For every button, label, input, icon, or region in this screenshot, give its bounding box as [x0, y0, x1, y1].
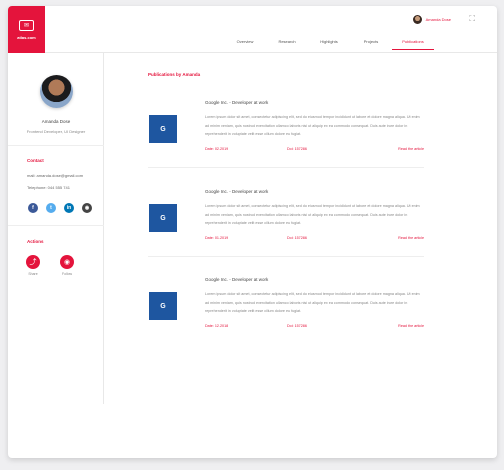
actions-heading: Actions — [27, 239, 44, 244]
section-title: Publications by Amanda — [148, 72, 201, 77]
tab-publications[interactable]: Publications — [392, 39, 434, 50]
contact-phone: Telephone: 044 555 741 — [27, 185, 70, 190]
publication-title[interactable]: Google Inc. - Developer at work — [205, 277, 268, 282]
profile-photo — [40, 75, 73, 108]
publication-date: Date: 01.2019 — [205, 236, 229, 240]
action-buttons: ⤴ Share ◉ Follow — [26, 255, 74, 276]
publication-item: G Google Inc. - Developer at work Lorem … — [148, 277, 424, 341]
publication-date: Date: 12.2018 — [205, 324, 229, 328]
contact-heading: Contact — [27, 158, 44, 163]
tab-projects[interactable]: Projects — [350, 39, 392, 50]
profile-tabs: Overview Research Highlights Projects Pu… — [224, 39, 434, 50]
publication-date: Date: 02.2019 — [205, 147, 229, 151]
profile-sidebar: Amanda Dose Frontend Developer, UI Desig… — [8, 53, 104, 404]
publication-title[interactable]: Google Inc. - Developer at work — [205, 100, 268, 105]
tab-overview[interactable]: Overview — [224, 39, 266, 50]
divider — [148, 256, 424, 257]
linkedin-icon[interactable]: in — [64, 203, 74, 213]
publication-item: G Google Inc. - Developer at work Lorem … — [148, 189, 424, 257]
publication-doi: Doi: 157286 — [287, 147, 307, 151]
tab-research[interactable]: Research — [266, 39, 308, 50]
publication-thumbnail[interactable]: G — [149, 115, 177, 143]
share-label: Share — [28, 272, 38, 276]
contact-email[interactable]: mail: amanda.dose@gmail.com — [27, 173, 83, 178]
avatar — [412, 15, 422, 24]
logo-label: atlas.com — [17, 34, 36, 40]
eye-icon: ◉ — [60, 255, 74, 269]
divider — [8, 145, 104, 146]
follow-label: Follow — [61, 272, 73, 276]
user-menu[interactable]: Amanda Dose — [412, 15, 451, 24]
read-more-link[interactable]: Read the article — [398, 147, 424, 151]
twitter-icon[interactable]: t — [46, 203, 56, 213]
profile-card: ✉ atlas.com Amanda Dose ⛶ Overview Resea… — [8, 6, 497, 458]
publication-description: Lorem ipsum dolor sit amet, consectetur … — [205, 115, 420, 136]
brand-logo[interactable]: ✉ atlas.com — [8, 6, 45, 53]
facebook-icon[interactable]: f — [28, 203, 38, 213]
publication-description: Lorem ipsum dolor sit amet, consectetur … — [205, 204, 420, 225]
profile-title: Frontend Developer, UI Designer — [26, 129, 86, 134]
divider — [148, 167, 424, 168]
publication-thumbnail[interactable]: G — [149, 204, 177, 232]
tab-highlights[interactable]: Highlights — [308, 39, 350, 50]
publication-description: Lorem ipsum dolor sit amet, consectetur … — [205, 292, 420, 313]
mail-icon: ✉ — [19, 19, 34, 31]
github-icon[interactable]: ◉ — [82, 203, 92, 213]
read-more-link[interactable]: Read the article — [398, 324, 424, 328]
publication-doi: Doi: 157286 — [287, 324, 307, 328]
divider — [8, 225, 104, 226]
user-name: Amanda Dose — [425, 17, 451, 22]
publication-thumbnail[interactable]: G — [149, 292, 177, 320]
read-more-link[interactable]: Read the article — [398, 236, 424, 240]
follow-button[interactable]: ◉ Follow — [60, 255, 74, 276]
social-links: f t in ◉ — [28, 203, 92, 213]
publication-doi: Doi: 157286 — [287, 236, 307, 240]
profile-name: Amanda Dose — [41, 119, 71, 124]
fullscreen-icon[interactable]: ⛶ — [469, 15, 475, 23]
share-icon: ⤴ — [26, 255, 40, 269]
publication-item: G Google Inc. - Developer at work Lorem … — [148, 100, 424, 168]
publication-title[interactable]: Google Inc. - Developer at work — [205, 189, 268, 194]
share-button[interactable]: ⤴ Share — [26, 255, 40, 276]
